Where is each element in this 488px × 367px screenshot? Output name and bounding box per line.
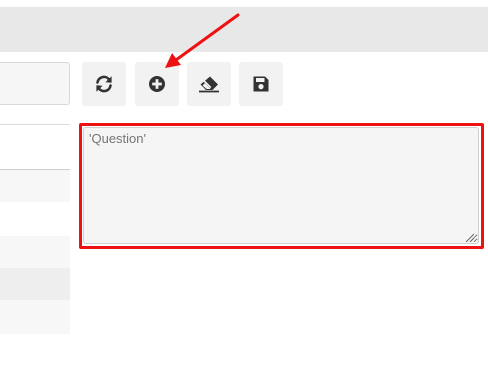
list-item[interactable] (0, 268, 70, 300)
list-item[interactable] (0, 170, 70, 202)
plus-circle-icon (149, 76, 165, 92)
refresh-icon (96, 75, 112, 93)
resize-grip-icon[interactable] (464, 232, 474, 242)
list-item[interactable] (0, 236, 70, 268)
left-text-field[interactable] (0, 62, 70, 105)
list-item[interactable] (0, 124, 70, 170)
top-bar (0, 7, 488, 52)
save-button[interactable] (239, 62, 283, 106)
list-item[interactable] (0, 300, 70, 334)
eraser-button[interactable] (187, 62, 231, 106)
question-textarea[interactable] (83, 127, 479, 244)
eraser-icon (199, 76, 219, 93)
add-button[interactable] (135, 62, 179, 106)
refresh-button[interactable] (82, 62, 126, 106)
save-icon (253, 76, 269, 92)
list-item[interactable] (0, 202, 70, 236)
